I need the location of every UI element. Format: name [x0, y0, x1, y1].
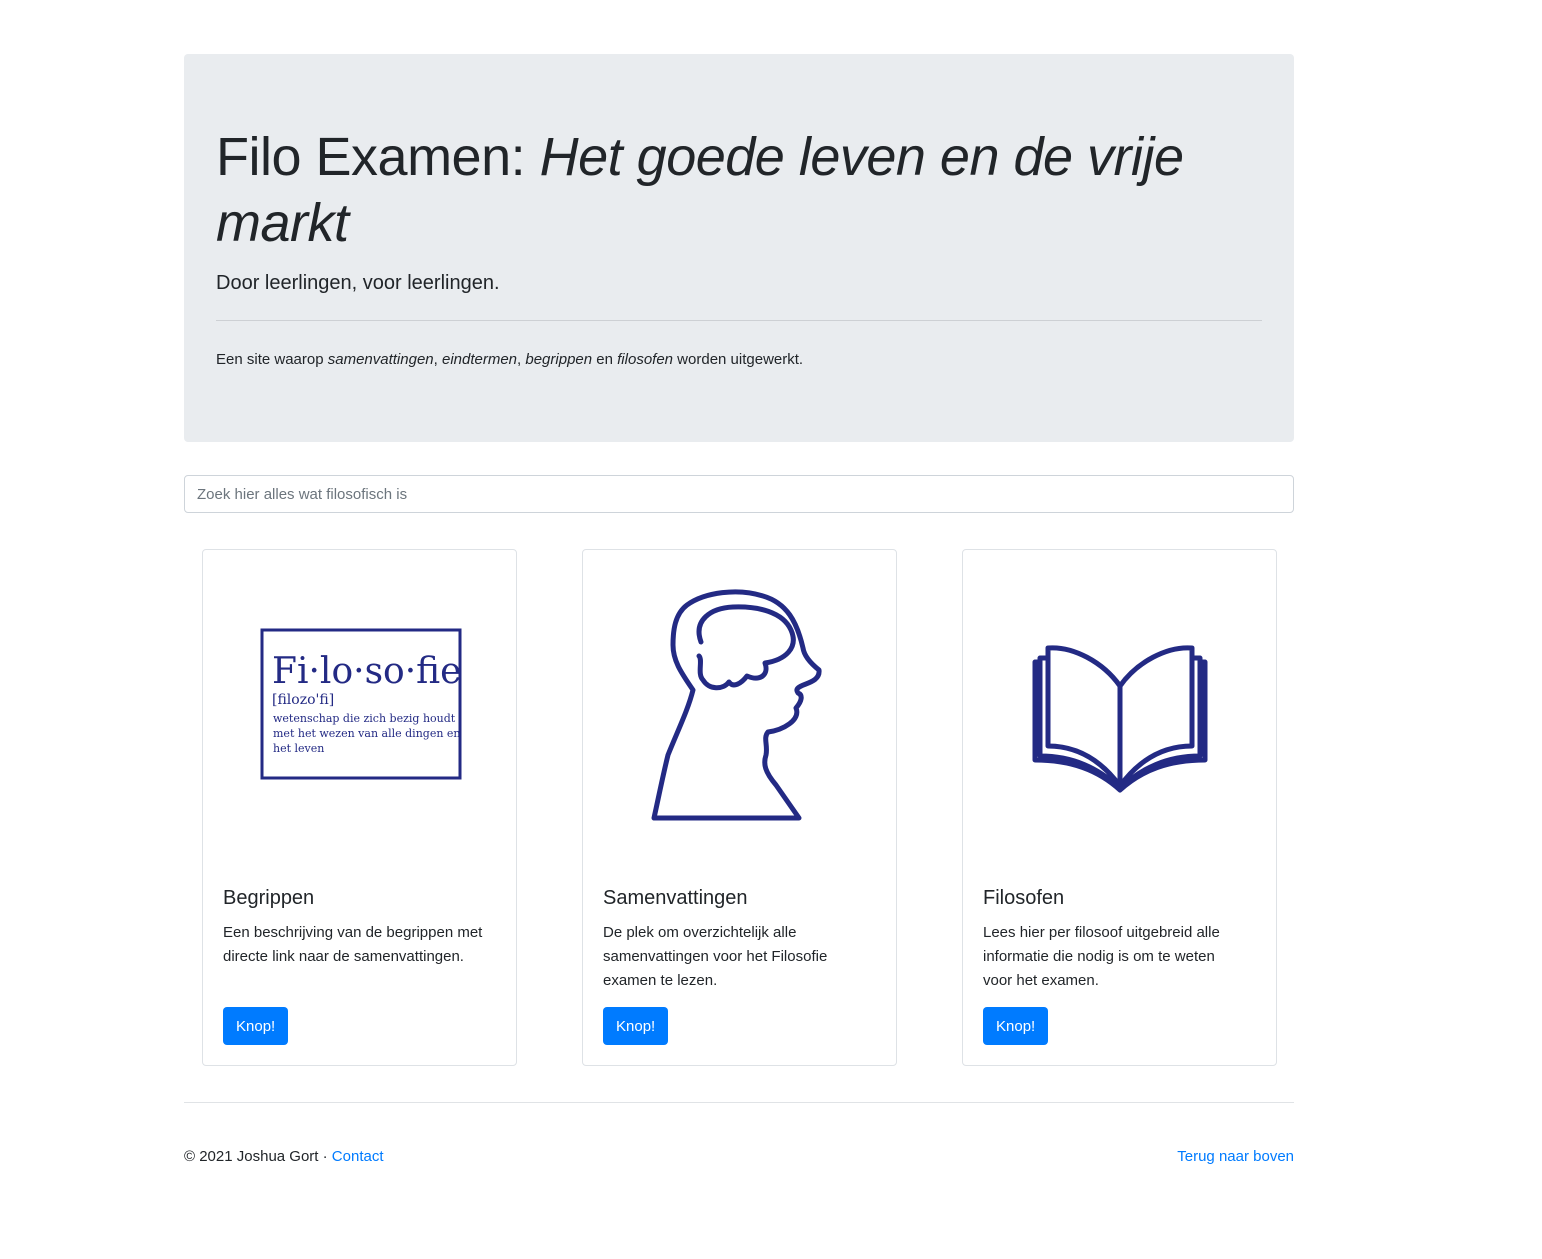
lead-text: Door leerlingen, voor leerlingen.	[216, 272, 500, 294]
card-text: De plek om overzichtelijk alle samenvatt…	[603, 924, 828, 989]
card-samenvattingen: Samenvattingen De plek om overzichtelijk…	[582, 549, 897, 1066]
footer-divider	[184, 1102, 1294, 1103]
search-input[interactable]	[184, 475, 1294, 513]
card-begrippen: Fi·lo·so·fie [filozo'fi] wetenschap die …	[202, 549, 517, 1066]
contact-link[interactable]: Contact	[332, 1148, 384, 1165]
back-to-top-link[interactable]: Terug naar boven	[1177, 1148, 1294, 1165]
definition-line: met het wezen van alle dingen en	[273, 727, 461, 740]
card-title: Samenvattingen	[603, 887, 748, 909]
page-title: Filo Examen: Het goede leven en de vrije…	[216, 127, 1184, 253]
jumbotron: Filo Examen: Het goede leven en de vrije…	[184, 54, 1294, 442]
footer-copyright: © 2021 Joshua Gort · Contact	[184, 1148, 384, 1165]
card-filosofen: Filosofen Lees hier per filosoof uitgebr…	[962, 549, 1277, 1066]
head-brain-icon	[651, 589, 822, 821]
samenvattingen-button[interactable]: Knop!	[603, 1007, 669, 1045]
definition-pronunciation: [filozo'fi]	[272, 692, 334, 708]
definition-line: het leven	[273, 742, 324, 755]
definition-line: wetenschap die zich bezig houdt	[273, 712, 456, 725]
open-book-icon	[1032, 645, 1208, 793]
card-title: Filosofen	[983, 887, 1065, 909]
intro-text: Een site waarop samenvattingen, eindterm…	[216, 351, 804, 368]
card-text: Lees hier per filosoof uitgebreid alle i…	[983, 924, 1220, 989]
begrippen-button[interactable]: Knop!	[223, 1007, 289, 1045]
definition-illustration: Fi·lo·so·fie [filozo'fi] wetenschap die …	[260, 628, 462, 780]
jumbotron-divider	[216, 320, 1262, 321]
card-text: Een beschrijving van de begrippen met di…	[223, 924, 483, 965]
footer-back-to-top: Terug naar boven	[1177, 1146, 1294, 1168]
card-title: Begrippen	[223, 887, 315, 909]
filosofen-button[interactable]: Knop!	[983, 1007, 1049, 1045]
definition-word: Fi·lo·so·fie	[272, 651, 461, 692]
